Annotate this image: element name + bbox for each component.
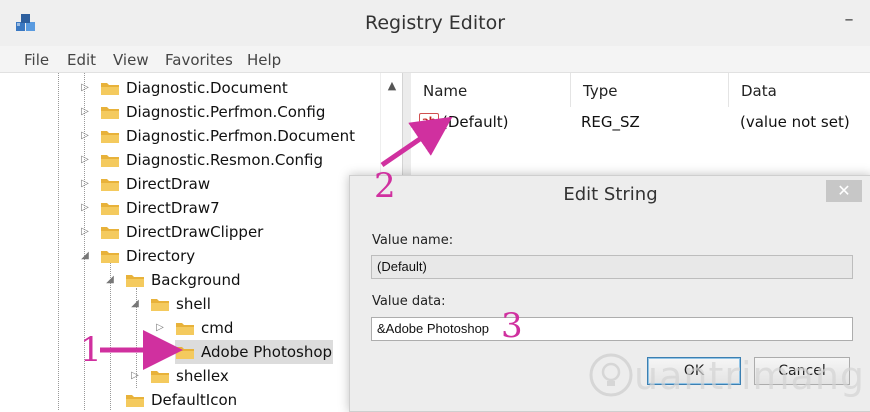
step-number-1: 1 — [80, 330, 102, 370]
arrow-to-default-value — [380, 116, 453, 168]
annotation-arrows — [100, 116, 453, 370]
step-number-3: 3 — [501, 306, 523, 346]
step-number-2: 2 — [374, 166, 396, 206]
